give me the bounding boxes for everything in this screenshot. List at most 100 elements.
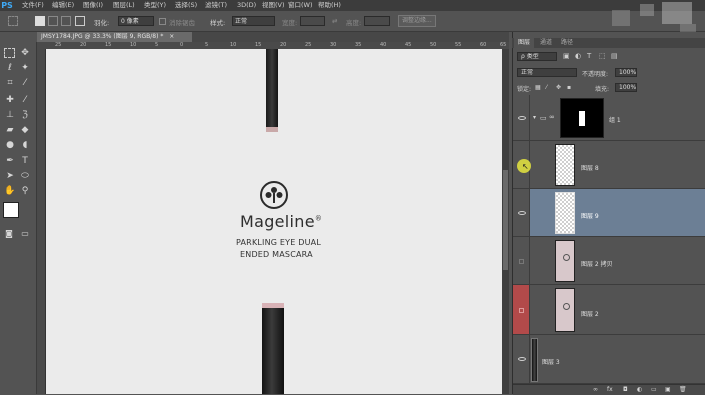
visibility-toggle[interactable]: [513, 335, 530, 383]
new-group-icon[interactable]: ▭: [651, 386, 657, 393]
group-expand-icon[interactable]: ▾: [533, 114, 536, 121]
filter-shape-icon[interactable]: ⬚: [599, 52, 606, 60]
document-canvas[interactable]: Mageline® PARKLING EYE DUAL ENDED MASCAR…: [46, 49, 502, 394]
layer-mask-thumbnail: [560, 98, 604, 138]
visibility-toggle[interactable]: [513, 95, 530, 140]
menu-edit[interactable]: 编辑(E): [52, 0, 74, 11]
feather-input[interactable]: 0 像素: [118, 16, 154, 26]
dodge-icon[interactable]: ◖: [19, 139, 31, 151]
height-input[interactable]: [364, 16, 390, 26]
visibility-toggle[interactable]: [513, 285, 530, 334]
clone-stamp-icon[interactable]: ⊥: [4, 109, 16, 121]
opacity-input[interactable]: 100%: [615, 68, 637, 77]
menu-layer[interactable]: 图层(L): [113, 0, 135, 11]
filter-pixel-icon[interactable]: ▣: [563, 52, 570, 60]
layer-row[interactable]: 图层 3: [513, 335, 705, 384]
options-bar: 羽化: 0 像素 消除锯齿 样式: 正常 宽度: ⇄ 高度: 调整边缘...: [0, 11, 705, 32]
link-layers-icon[interactable]: ∞: [593, 386, 598, 393]
layer-row-group[interactable]: ▾ ▭ ∞ 组 1: [513, 95, 705, 141]
filter-adjust-icon[interactable]: ◐: [575, 52, 581, 60]
lock-all-icon[interactable]: ▪: [567, 84, 571, 91]
lasso-icon[interactable]: ℓ: [4, 62, 16, 74]
add-mask-icon[interactable]: ◘: [623, 386, 628, 393]
delete-layer-icon[interactable]: 🗑: [679, 386, 687, 393]
fill-input[interactable]: 100%: [615, 83, 637, 92]
quick-mask-icon[interactable]: ◙: [3, 228, 15, 240]
brand-logo-icon: [260, 181, 288, 209]
healing-brush-icon[interactable]: ✚: [4, 94, 16, 106]
menu-type[interactable]: 类型(Y): [144, 0, 166, 11]
subtract-selection-icon[interactable]: [61, 16, 71, 26]
move-icon[interactable]: ✥: [19, 47, 31, 59]
visibility-toggle[interactable]: ↖: [513, 141, 531, 188]
menu-3d[interactable]: 3D(D): [237, 0, 256, 11]
document-tab[interactable]: JMSY1784.JPG @ 33.3% (图层 9, RGB/8) * ×: [37, 32, 192, 42]
eye-icon[interactable]: [518, 211, 526, 215]
fx-icon[interactable]: fx: [607, 386, 613, 393]
lock-position-icon[interactable]: ✥: [556, 84, 561, 91]
magic-wand-icon[interactable]: ✦: [19, 62, 31, 74]
antialias-checkbox[interactable]: [159, 18, 166, 25]
lock-transparent-icon[interactable]: ▦: [535, 84, 541, 91]
menu-file[interactable]: 文件(F): [22, 0, 44, 11]
canvas-scrollbar-thumb[interactable]: [503, 170, 508, 270]
tab-layers[interactable]: 图层: [514, 38, 535, 48]
ellipse-icon[interactable]: ⬭: [19, 170, 31, 182]
menu-view[interactable]: 视图(V): [262, 0, 285, 11]
menu-select[interactable]: 选择(S): [175, 0, 197, 11]
width-input[interactable]: [300, 16, 325, 26]
blend-mode-select[interactable]: 正常: [517, 68, 577, 77]
filter-smart-icon[interactable]: ▤: [611, 52, 618, 60]
ruler-tick: 55: [455, 42, 462, 48]
layer-name: 图层 2: [581, 311, 599, 318]
zoom-icon[interactable]: ⚲: [19, 185, 31, 197]
layer-filter-select[interactable]: ρ 类型: [517, 52, 557, 61]
brush-icon[interactable]: ⁄: [19, 94, 31, 106]
eraser-icon[interactable]: ▰: [4, 124, 16, 136]
rect-marquee-icon[interactable]: [4, 48, 15, 58]
layer-row[interactable]: 图层 2 拷贝: [513, 237, 705, 285]
menu-filter[interactable]: 滤镜(T): [205, 0, 227, 11]
new-selection-icon[interactable]: [35, 16, 45, 26]
menu-image[interactable]: 图像(I): [83, 0, 103, 11]
hidden-eye-box[interactable]: [519, 308, 524, 313]
hidden-eye-box[interactable]: [519, 259, 524, 264]
eyedropper-icon[interactable]: ⁄: [19, 77, 31, 89]
layer-row-selected[interactable]: 图层 9: [513, 189, 705, 237]
new-layer-icon[interactable]: ▣: [665, 386, 671, 393]
style-select[interactable]: 正常: [232, 16, 275, 26]
refine-edge-button[interactable]: 调整边缘...: [398, 15, 436, 27]
mask-shape: [579, 111, 585, 126]
menu-help[interactable]: 帮助(H): [318, 0, 341, 11]
foreground-color-swatch[interactable]: [3, 202, 19, 218]
intersect-selection-icon[interactable]: [75, 16, 85, 26]
add-selection-icon[interactable]: [48, 16, 58, 26]
visibility-toggle[interactable]: [513, 189, 530, 236]
layer-name: 组 1: [609, 117, 621, 124]
history-brush-icon[interactable]: ℨ: [19, 109, 31, 121]
paint-bucket-icon[interactable]: ◆: [19, 124, 31, 136]
visibility-toggle[interactable]: [513, 237, 530, 284]
close-icon[interactable]: ×: [169, 33, 174, 40]
layer-row[interactable]: ↖ 图层 8: [513, 141, 705, 189]
lock-pixels-icon[interactable]: ⁄: [546, 84, 547, 91]
tab-channels[interactable]: 通道: [536, 38, 556, 48]
hand-icon[interactable]: ✋: [4, 185, 16, 197]
pen-icon[interactable]: ✒: [4, 155, 16, 167]
filter-type-icon[interactable]: T: [587, 52, 591, 60]
screen-mode-icon[interactable]: ▭: [19, 228, 31, 240]
chain-icon: ∞: [549, 113, 555, 121]
layer-row[interactable]: 图层 2: [513, 285, 705, 335]
brand-name-text: Mageline: [240, 212, 315, 231]
path-select-icon[interactable]: ➤: [4, 170, 16, 182]
adjustment-icon[interactable]: ◐: [637, 386, 642, 393]
eye-icon[interactable]: [518, 116, 526, 120]
type-icon[interactable]: T: [19, 155, 31, 167]
crop-icon[interactable]: ⌗: [4, 77, 16, 89]
marquee-tool-icon[interactable]: [8, 16, 18, 26]
eye-icon[interactable]: [518, 357, 526, 361]
swap-icon[interactable]: ⇄: [332, 17, 337, 25]
menu-window[interactable]: 窗口(W): [288, 0, 313, 11]
blur-icon[interactable]: ●: [4, 139, 16, 151]
tab-paths[interactable]: 路径: [557, 38, 577, 48]
